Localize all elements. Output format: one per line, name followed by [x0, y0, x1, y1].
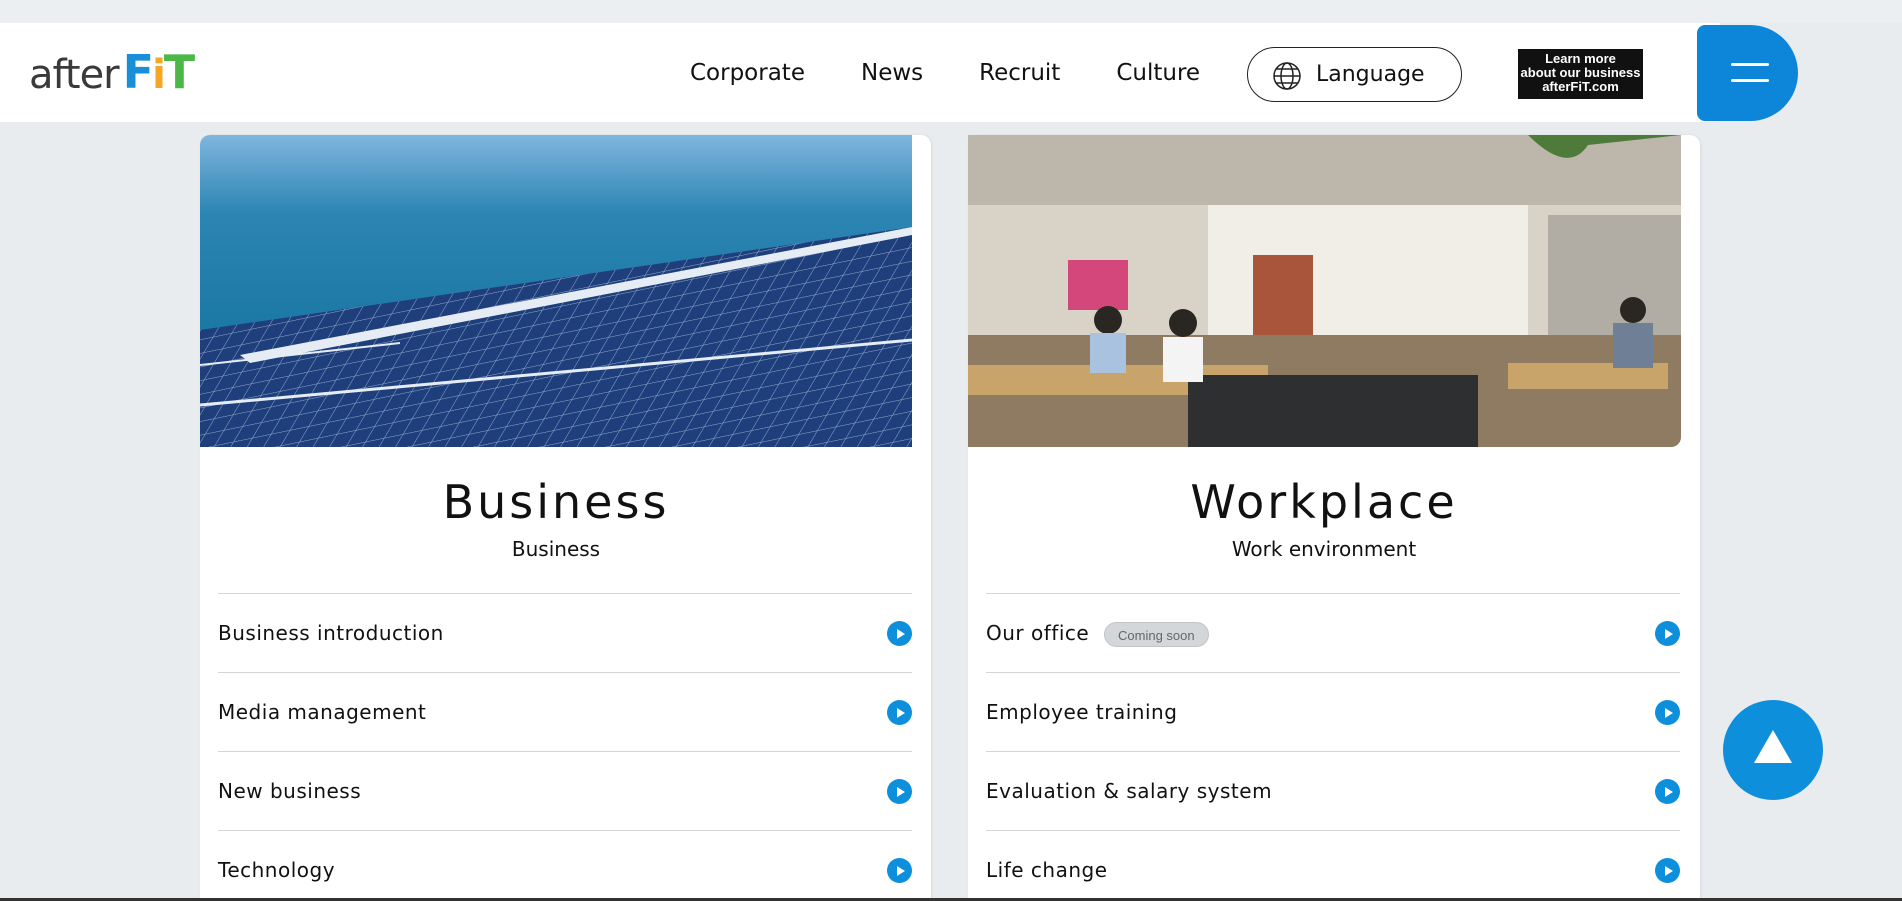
- business-card: Business Business Business introduction …: [200, 135, 931, 901]
- nav-corporate[interactable]: Corporate: [690, 60, 805, 88]
- language-button[interactable]: Language: [1247, 47, 1462, 102]
- list-item-new-business[interactable]: New business: [218, 751, 912, 830]
- arrow-right-icon[interactable]: [1655, 621, 1680, 646]
- list-item-our-office[interactable]: Our office Coming soon: [986, 593, 1680, 672]
- list-item-label: Life change: [986, 858, 1108, 882]
- nav-news[interactable]: News: [861, 60, 923, 88]
- solar-panels-illustration: [200, 135, 912, 447]
- card-subtitle: Business: [511, 537, 601, 561]
- list-item-label: Our office: [986, 621, 1090, 645]
- list-item-technology[interactable]: Technology: [218, 830, 912, 901]
- list-item-label: New business: [218, 779, 362, 803]
- scroll-to-top-button[interactable]: [1723, 700, 1823, 800]
- office-illustration: [968, 135, 1681, 447]
- menu-button[interactable]: [1697, 25, 1798, 121]
- arrow-right-icon[interactable]: [887, 700, 912, 725]
- list-item-label: Evaluation & salary system: [986, 779, 1273, 803]
- arrow-right-icon[interactable]: [1655, 779, 1680, 804]
- workplace-link-list: Our office Coming soon Employee training…: [986, 593, 1680, 901]
- list-item-label: Media management: [218, 700, 427, 724]
- list-item-label: Business introduction: [218, 621, 444, 645]
- arrow-right-icon[interactable]: [887, 621, 912, 646]
- learn-more-line1: Learn more: [1545, 51, 1616, 66]
- arrow-right-icon[interactable]: [887, 858, 912, 883]
- solar-panels-image: [200, 135, 912, 447]
- language-label: Language: [1316, 62, 1425, 87]
- list-item-label: Technology: [218, 858, 336, 882]
- card-title: Workplace: [1190, 475, 1458, 529]
- list-item-life-change[interactable]: Life change: [986, 830, 1680, 901]
- list-item-business-introduction[interactable]: Business introduction: [218, 593, 912, 672]
- nav-recruit[interactable]: Recruit: [979, 60, 1060, 88]
- arrow-right-icon[interactable]: [887, 779, 912, 804]
- hamburger-icon: [1731, 79, 1769, 82]
- card-title: Business: [442, 475, 670, 529]
- business-link-list: Business introduction Media management N…: [218, 593, 912, 901]
- site-header: after FiT Corporate News Recruit Culture…: [0, 23, 1720, 122]
- list-item-label: Employee training: [986, 700, 1178, 724]
- coming-soon-badge: Coming soon: [1104, 622, 1209, 647]
- main-nav: Corporate News Recruit Culture: [690, 60, 1256, 88]
- workplace-card: Workplace Work environment Our office Co…: [968, 135, 1700, 901]
- afterfit-logo[interactable]: after FiT: [29, 45, 196, 99]
- list-item-evaluation-salary[interactable]: Evaluation & salary system: [986, 751, 1680, 830]
- card-subtitle: Work environment: [1231, 537, 1417, 561]
- learn-more-line3: afterFiT.com: [1542, 79, 1619, 94]
- nav-culture[interactable]: Culture: [1116, 60, 1200, 88]
- learn-more-banner[interactable]: Learn more about our business afterFiT.c…: [1518, 49, 1643, 99]
- globe-icon: [1273, 62, 1301, 90]
- logo-after-text: after: [29, 52, 120, 98]
- hamburger-icon: [1731, 63, 1769, 66]
- list-item-employee-training[interactable]: Employee training: [986, 672, 1680, 751]
- learn-more-line2: about our business: [1520, 65, 1641, 80]
- arrow-right-icon[interactable]: [1655, 858, 1680, 883]
- logo-fit-text: FiT: [122, 45, 196, 99]
- list-item-media-management[interactable]: Media management: [218, 672, 912, 751]
- top-strip: [0, 0, 1902, 23]
- office-image: [968, 135, 1681, 447]
- arrow-right-icon[interactable]: [1655, 700, 1680, 725]
